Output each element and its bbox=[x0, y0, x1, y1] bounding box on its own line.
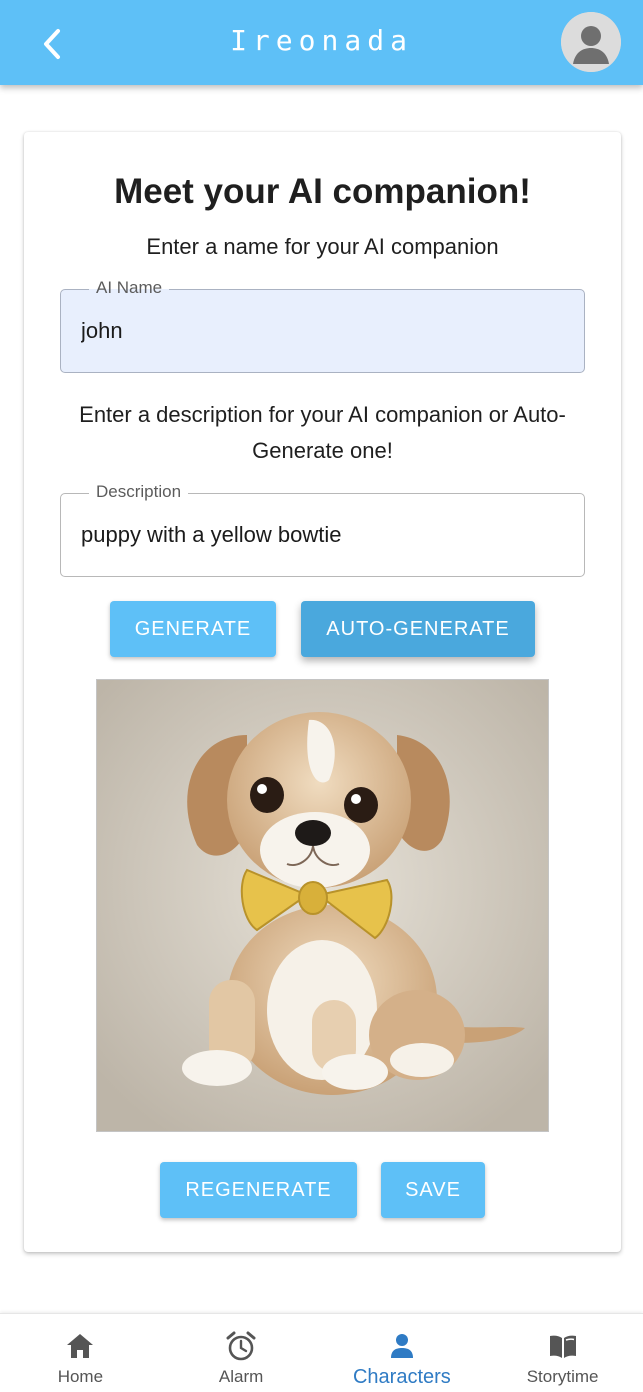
nav-item-alarm[interactable]: Alarm bbox=[161, 1314, 322, 1392]
bottom-navigation: Home Alarm Characters Storytime bbox=[0, 1313, 643, 1392]
nav-label-home: Home bbox=[57, 1367, 104, 1386]
description-prompt: Enter a description for your AI companio… bbox=[79, 402, 566, 463]
generated-companion-image bbox=[96, 679, 549, 1132]
account-avatar-icon bbox=[561, 12, 621, 72]
puppy-illustration bbox=[97, 680, 548, 1131]
nav-label-alarm: Alarm bbox=[218, 1367, 264, 1386]
home-icon bbox=[67, 1334, 94, 1358]
nav-item-storytime[interactable]: Storytime bbox=[482, 1314, 643, 1392]
person-icon bbox=[390, 1334, 413, 1358]
app-bar: Ireonada bbox=[0, 0, 643, 85]
account-avatar[interactable] bbox=[561, 12, 621, 72]
alarm-clock-icon bbox=[226, 1331, 256, 1361]
companion-card: Meet your AI companion! Enter a name for… bbox=[24, 132, 621, 1252]
save-button[interactable]: SAVE bbox=[381, 1162, 485, 1218]
page-title: Meet your AI companion! bbox=[114, 172, 531, 211]
ai-name-field[interactable]: AI Name bbox=[60, 278, 585, 373]
open-book-icon bbox=[549, 1335, 576, 1358]
nav-label-storytime: Storytime bbox=[526, 1367, 599, 1386]
generate-button[interactable]: GENERATE bbox=[110, 601, 276, 657]
nav-label-characters: Characters bbox=[352, 1366, 451, 1388]
regenerate-button[interactable]: REGENERATE bbox=[160, 1162, 357, 1218]
name-prompt: Enter a name for your AI companion bbox=[146, 234, 499, 259]
nav-item-home[interactable]: Home bbox=[0, 1314, 161, 1392]
description-field[interactable]: Description bbox=[60, 482, 585, 577]
ai-name-input[interactable] bbox=[81, 290, 564, 372]
nav-item-characters[interactable]: Characters bbox=[322, 1314, 483, 1392]
app-title: Ireonada bbox=[230, 24, 413, 57]
auto-generate-button[interactable]: AUTO-GENERATE bbox=[301, 601, 535, 657]
description-input[interactable] bbox=[81, 494, 564, 576]
